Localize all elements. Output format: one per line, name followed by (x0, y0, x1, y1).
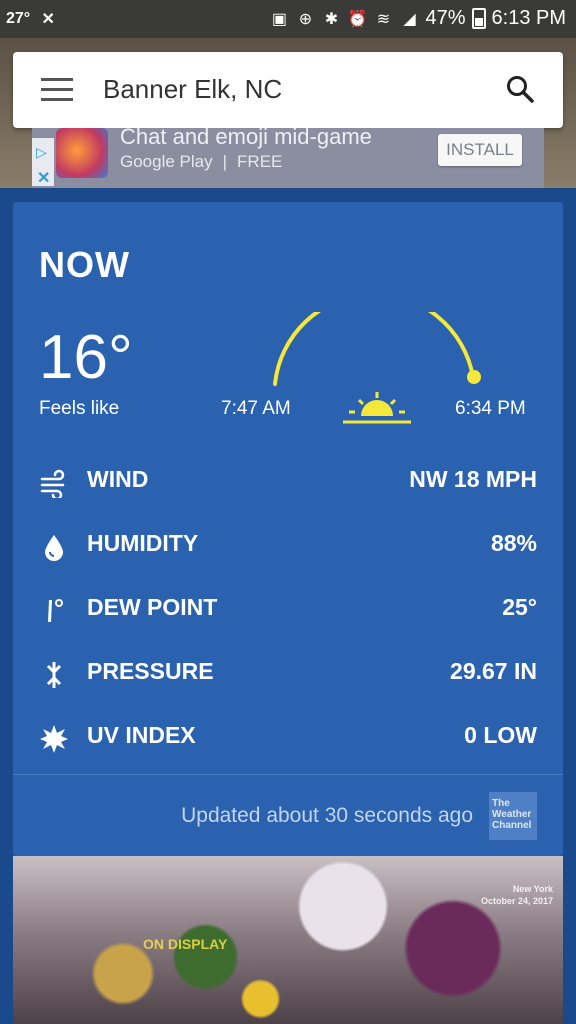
status-temperature: 27° (6, 10, 31, 27)
battery-saver-icon: ▣ (271, 10, 288, 28)
conditions-list: WIND NW 18 MPH HUMIDITY 88% DEW POINT 25… (13, 454, 563, 774)
humidity-drop-icon (45, 535, 63, 561)
ad-subtitle: Google Play | FREE (120, 152, 283, 171)
photo-sign-text: ON DISPLAY (143, 936, 228, 952)
pressure-icon (46, 662, 62, 688)
no-wifi-icon: ✕ (41, 11, 55, 28)
sunrise-time: 7:47 AM (221, 398, 291, 419)
hamburger-menu-icon[interactable] (41, 78, 73, 102)
now-title: NOW (39, 244, 130, 285)
wind-label: WIND (87, 466, 149, 492)
ad-app-icon (56, 128, 108, 178)
updated-text: Updated about 30 seconds ago (181, 804, 473, 827)
install-button[interactable]: INSTALL (438, 134, 522, 166)
search-icon[interactable] (505, 74, 535, 104)
data-saver-icon: ⊕ (298, 10, 313, 28)
photo-location-text: New York (512, 884, 553, 894)
uv-index-row[interactable]: UV INDEX 0 LOW (13, 710, 563, 774)
ad-price: FREE (237, 152, 283, 171)
sunset-sun-icon (343, 392, 411, 424)
video-thumbnail[interactable]: ON DISPLAY New York October 24, 2017 (13, 856, 563, 1024)
humidity-value: 88% (490, 530, 537, 556)
ad-banner[interactable]: ▷ ✕ Chat and emoji mid-game Google Play |… (32, 128, 544, 188)
current-conditions-card[interactable]: NOW 16° Feels like 7:47 AM 6:34 PM WIND … (13, 202, 563, 856)
sunset-time: 6:34 PM (455, 398, 526, 419)
uv-index-value: 0 LOW (464, 722, 537, 748)
status-time: 6:13 PM (491, 7, 566, 29)
signal-icon: ◢ (403, 10, 416, 28)
search-bar[interactable]: Banner Elk, NC (13, 52, 563, 128)
weather-channel-logo[interactable]: The Weather Channel (489, 792, 537, 840)
uv-index-label: UV INDEX (87, 722, 196, 748)
divider (13, 774, 563, 775)
status-bar: 27° ✕ ▣ ⊕ ✱ ⏰ ≋ ◢ 47% 6:13 PM (0, 0, 576, 38)
humidity-label: HUMIDITY (87, 530, 199, 556)
ad-store: Google Play (120, 152, 213, 171)
pressure-label: PRESSURE (87, 658, 214, 684)
feels-like-label: Feels like (39, 398, 120, 419)
ad-choices-icon[interactable]: ▷ (36, 144, 47, 161)
battery-percent: 47% (425, 7, 466, 29)
location-text[interactable]: Banner Elk, NC (103, 74, 282, 105)
dew-point-label: DEW POINT (87, 594, 218, 620)
humidity-row[interactable]: HUMIDITY 88% (13, 518, 563, 582)
wind-row[interactable]: WIND NW 18 MPH (13, 454, 563, 518)
bluetooth-icon: ✱ (324, 10, 339, 28)
photo-date-text: October 24, 2017 (480, 896, 553, 906)
ad-choices[interactable]: ▷ ✕ (32, 138, 54, 188)
pressure-row[interactable]: PRESSURE 29.67 IN (13, 646, 563, 710)
ad-title: Chat and emoji mid-game (120, 128, 372, 149)
close-ad-icon[interactable]: ✕ (37, 168, 50, 188)
dew-point-row[interactable]: DEW POINT 25° (13, 582, 563, 646)
alarm-icon: ⏰ (347, 10, 368, 28)
dew-point-icon (48, 599, 63, 622)
pressure-value: 29.67 IN (450, 658, 537, 684)
battery-icon (471, 8, 486, 29)
dew-point-value: 25° (502, 594, 537, 620)
uv-sun-icon (40, 725, 68, 753)
wind-value: NW 18 MPH (409, 466, 537, 492)
wind-icon (40, 469, 65, 498)
current-temperature: 16° (39, 323, 133, 392)
wifi-icon: ≋ (376, 10, 391, 28)
